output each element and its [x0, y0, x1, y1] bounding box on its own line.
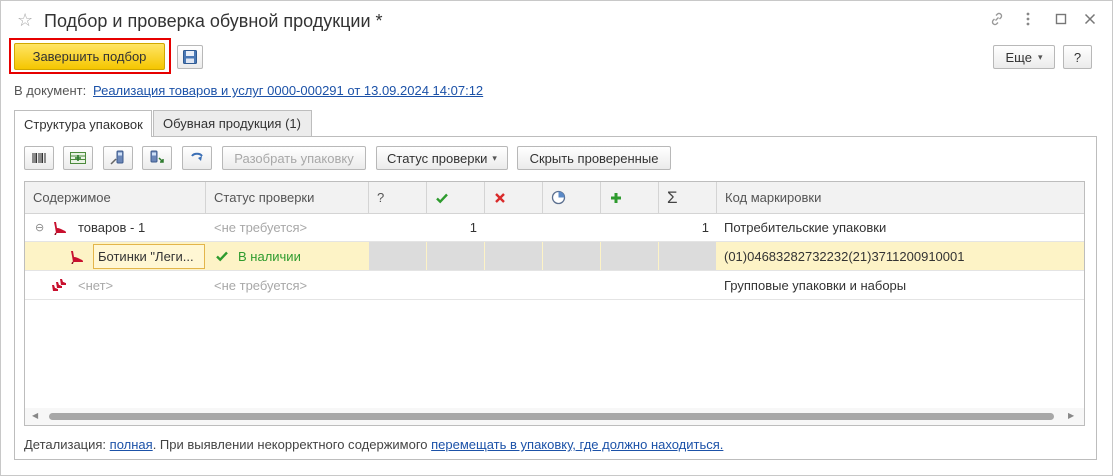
window-title: Подбор и проверка обувной продукции * [44, 11, 383, 31]
table-row-selected[interactable]: Ботинки "Леги... В наличии (01)046832827… [25, 242, 1084, 271]
terminal-icon [109, 150, 127, 166]
scrollbar-thumb[interactable] [49, 413, 1054, 420]
checkmark-icon [435, 191, 449, 205]
table-row[interactable]: ⊖ товаров - 1 <не требуется> 1 1 Потреби… [25, 213, 1084, 242]
load-from-tsd-button[interactable] [142, 146, 172, 170]
save-button[interactable] [177, 45, 203, 69]
column-pending[interactable] [543, 182, 601, 213]
column-extra[interactable] [601, 182, 659, 213]
checkmark-icon [215, 242, 229, 270]
dropdown-arrow-icon: ▾ [1037, 51, 1043, 62]
row-unknown-cell [369, 242, 426, 270]
column-unknown[interactable]: ? [369, 182, 427, 213]
barcode-icon [31, 150, 47, 166]
tab-label: Структура упаковок [24, 116, 143, 132]
finish-selection-button[interactable]: Завершить подбор [14, 43, 165, 70]
column-marking-code[interactable]: Код маркировки [717, 182, 1084, 213]
footer-line: Детализация: полная. При выявлении некор… [24, 437, 723, 452]
check-status-button[interactable]: Статус проверки ▾ [376, 146, 508, 170]
row-status: В наличии [238, 248, 301, 264]
column-absent[interactable] [485, 182, 543, 213]
scroll-right-icon[interactable]: ▶ [1068, 411, 1074, 420]
row-marking-code: Потребительские упаковки [724, 219, 887, 235]
detail-prefix: Детализация: [24, 437, 107, 452]
hide-checked-button[interactable]: Скрыть проверенные [517, 146, 671, 170]
tab-label: Обувная продукция (1) [163, 116, 301, 131]
shoe-icon [69, 242, 85, 270]
tsd-download-icon [148, 150, 166, 166]
redo-arrow-icon [189, 150, 205, 166]
row-content: <нет> [78, 277, 114, 293]
favorite-star-icon[interactable]: ☆ [17, 10, 33, 31]
row-status: <не требуется> [214, 277, 308, 293]
shoes-group-icon [51, 271, 69, 299]
scroll-left-icon[interactable]: ◀ [32, 411, 38, 420]
sigma-icon: Σ [667, 187, 678, 207]
more-vertical-icon[interactable] [1020, 11, 1038, 27]
add-from-list-button[interactable] [63, 146, 93, 170]
collapse-icon[interactable]: ⊖ [35, 213, 44, 241]
document-link[interactable]: Реализация товаров и услуг 0000-000291 о… [93, 83, 483, 98]
row-marking-code: Групповые упаковки и наборы [724, 277, 907, 293]
row-content: товаров - 1 [78, 219, 146, 235]
row-content-editor[interactable]: Ботинки "Леги... [93, 244, 205, 269]
plus-icon [609, 191, 623, 205]
row-marking-code: (01)04683282732232(21)3711200910001 [724, 248, 965, 264]
column-check-status[interactable]: Статус проверки [206, 182, 369, 213]
table-row[interactable]: <нет> <не требуется> Групповые упаковки … [25, 271, 1084, 300]
floppy-disk-icon [182, 49, 198, 65]
move-to-package-link[interactable]: перемещать в упаковку, где должно находи… [431, 437, 723, 452]
data-collection-terminal-button[interactable] [103, 146, 133, 170]
dropdown-arrow-icon: ▾ [492, 152, 497, 163]
unpack-button[interactable]: Разобрать упаковку [222, 146, 366, 170]
column-total[interactable]: Σ [659, 182, 717, 213]
column-content[interactable]: Содержимое [25, 182, 206, 213]
tab-shoe-products[interactable]: Обувная продукция (1) [153, 110, 312, 136]
cross-icon [493, 191, 507, 205]
help-button[interactable]: ? [1063, 45, 1092, 69]
more-button-label: Еще [1005, 49, 1032, 65]
horizontal-scrollbar[interactable]: ◀ ▶ [25, 408, 1084, 425]
close-icon[interactable] [1082, 11, 1100, 27]
table-add-icon [69, 150, 87, 166]
detail-link[interactable]: полная [110, 437, 153, 452]
row-extra-cell [601, 242, 658, 270]
document-prefix: В документ: [14, 83, 87, 98]
link-icon[interactable] [989, 11, 1007, 27]
more-button[interactable]: Еще ▾ [993, 45, 1055, 69]
column-present[interactable] [427, 182, 485, 213]
check-status-label: Статус проверки [387, 150, 488, 166]
barcode-scan-button[interactable] [24, 146, 54, 170]
row-total-count: 1 [701, 219, 709, 235]
table-header: Содержимое Статус проверки ? Σ Код марки… [25, 182, 1084, 214]
row-absent-cell [485, 242, 542, 270]
row-total-cell [659, 242, 716, 270]
clock-pie-icon [551, 190, 566, 205]
row-present-cell [427, 242, 484, 270]
refresh-button[interactable] [182, 146, 212, 170]
footer-middle-text: . При выявлении некорректного содержимог… [152, 437, 428, 452]
package-structure-table: Содержимое Статус проверки ? Σ Код марки… [24, 181, 1085, 426]
row-pending-cell [543, 242, 600, 270]
row-present-count: 1 [469, 219, 477, 235]
row-status: <не требуется> [214, 219, 308, 235]
maximize-icon[interactable] [1053, 11, 1071, 27]
shoe-icon [52, 213, 68, 241]
tab-package-structure[interactable]: Структура упаковок [14, 110, 152, 137]
